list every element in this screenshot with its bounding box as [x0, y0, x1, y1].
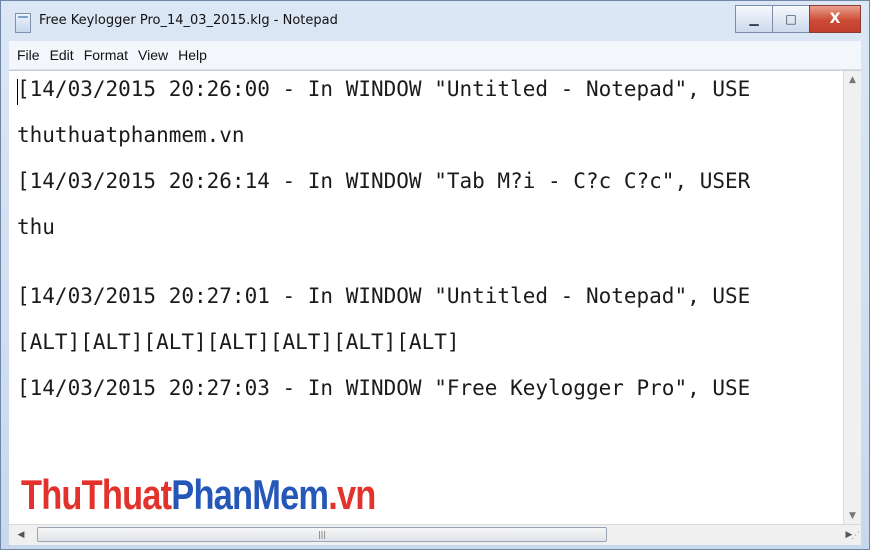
menu-bar: File Edit Format View Help — [9, 41, 861, 70]
resize-grip-icon[interactable]: ⋰ — [851, 529, 865, 543]
window-controls: ▁ □ X — [735, 5, 861, 33]
menu-help[interactable]: Help — [178, 47, 207, 63]
watermark-part-1: ThuThuat — [21, 471, 172, 518]
menu-file[interactable]: File — [17, 47, 40, 63]
notepad-window: Free Keylogger Pro_14_03_2015.klg - Note… — [0, 0, 870, 550]
maximize-button[interactable]: □ — [772, 5, 810, 33]
close-button[interactable]: X — [809, 5, 861, 33]
scroll-up-icon[interactable]: ▲ — [844, 71, 861, 89]
menu-format[interactable]: Format — [84, 47, 128, 63]
text-line: [14/03/2015 20:27:01 - In WINDOW "Untitl… — [17, 284, 751, 308]
watermark-part-3: .vn — [328, 471, 376, 518]
window-title: Free Keylogger Pro_14_03_2015.klg - Note… — [39, 13, 338, 28]
text-editor[interactable]: [14/03/2015 20:26:00 - In WINDOW "Untitl… — [9, 70, 861, 524]
menu-view[interactable]: View — [138, 47, 168, 63]
thumb-grip-icon: ||| — [317, 530, 327, 539]
horizontal-scroll-thumb[interactable]: ||| — [37, 527, 607, 542]
notepad-icon[interactable] — [15, 13, 31, 33]
minimize-button[interactable]: ▁ — [735, 5, 773, 33]
text-line: thu — [17, 215, 55, 239]
horizontal-scrollbar[interactable]: ◀ ||| ▶ — [9, 524, 861, 545]
scroll-left-icon[interactable]: ◀ — [13, 527, 29, 543]
watermark-logo: ThuThuatPhanMem.vn — [21, 471, 376, 519]
title-bar[interactable]: Free Keylogger Pro_14_03_2015.klg - Note… — [1, 1, 869, 41]
scroll-down-icon[interactable]: ▼ — [844, 507, 861, 524]
vertical-scrollbar[interactable]: ▲ ▼ — [843, 71, 861, 524]
text-line: [14/03/2015 20:26:00 - In WINDOW "Untitl… — [17, 77, 751, 101]
text-line: thuthuatphanmem.vn — [17, 123, 245, 147]
text-line: [14/03/2015 20:27:03 - In WINDOW "Free K… — [17, 376, 751, 400]
text-line: [14/03/2015 20:26:14 - In WINDOW "Tab M?… — [17, 169, 751, 193]
watermark-part-2: PhanMem — [171, 471, 329, 518]
menu-edit[interactable]: Edit — [50, 47, 74, 63]
text-line: [ALT][ALT][ALT][ALT][ALT][ALT][ALT] — [17, 330, 460, 354]
